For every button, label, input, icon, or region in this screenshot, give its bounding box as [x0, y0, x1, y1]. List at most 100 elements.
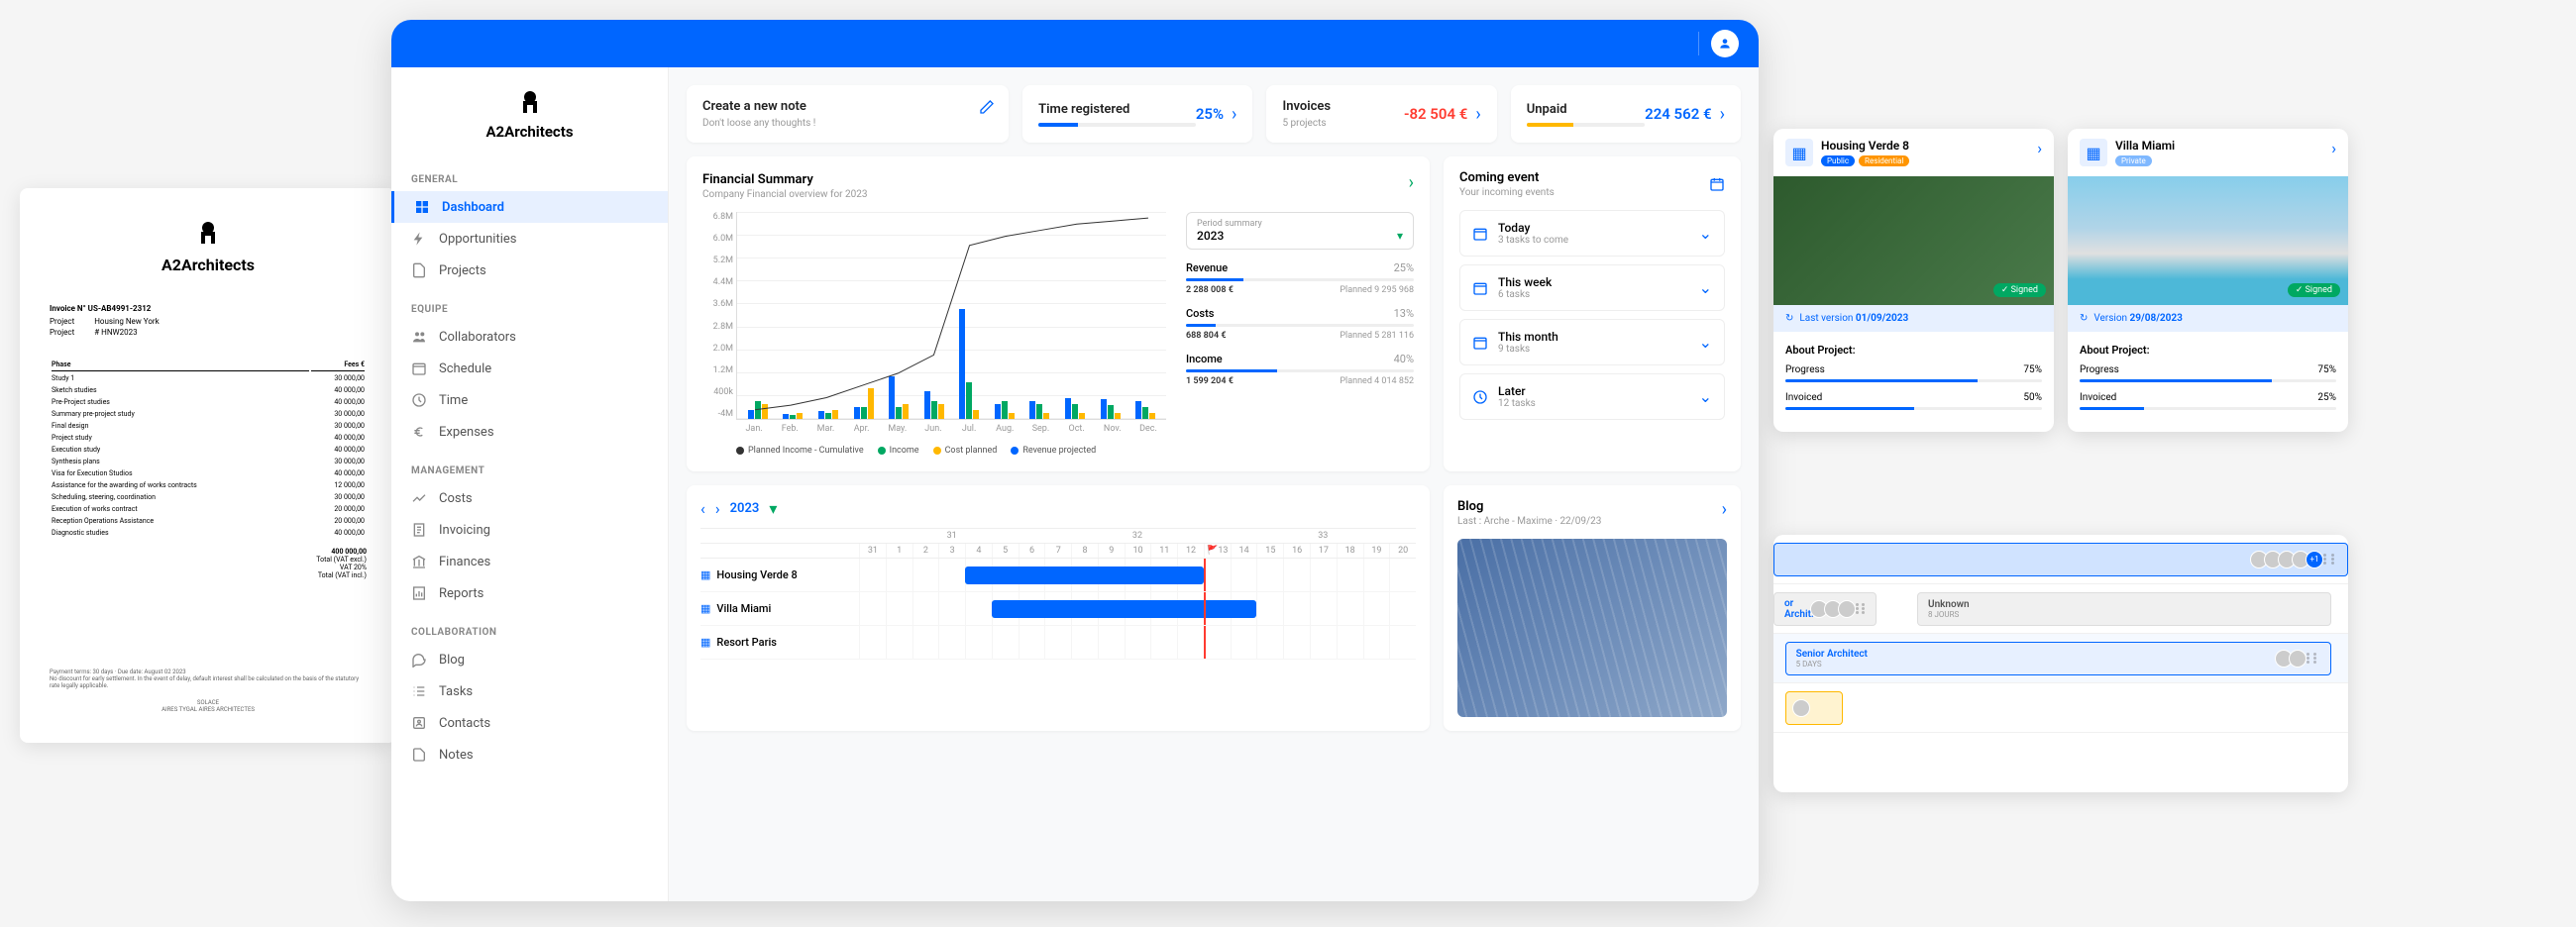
- sidebar-item-schedule[interactable]: Schedule: [391, 353, 668, 384]
- chevron-down-icon: ▾: [1397, 229, 1403, 243]
- chevron-right-icon: ›: [2037, 139, 2042, 157]
- sidebar-item-costs[interactable]: Costs: [391, 482, 668, 514]
- event-item[interactable]: Later12 tasks ⌄: [1459, 373, 1725, 420]
- project-image: ✓ Signed: [2068, 176, 2348, 305]
- topbar: [391, 20, 1759, 67]
- chevron-down-icon: ⌄: [1699, 387, 1712, 406]
- brand-name: A2Architects: [411, 123, 648, 141]
- invoice-total: 400 000,00 Total (VAT excl.) VAT 20% Tot…: [50, 548, 367, 579]
- gantt-next[interactable]: ›: [715, 499, 720, 518]
- sidebar-item-invoicing[interactable]: Invoicing: [391, 514, 668, 546]
- sidebar-item-contacts[interactable]: Contacts: [391, 707, 668, 739]
- contact-icon: [411, 715, 427, 731]
- financial-summary-card: Financial Summary Company Financial over…: [687, 156, 1430, 471]
- time-registered-card[interactable]: Time registered 25% ›: [1022, 85, 1252, 143]
- chevron-down-icon: ⌄: [1699, 224, 1712, 243]
- version-bar[interactable]: ↻ Version 29/08/2023: [2068, 305, 2348, 332]
- refresh-icon: ↻: [2080, 313, 2088, 324]
- gantt-card: ‹ › 2023 ▾ 31323331123456789101112🚩13141…: [687, 485, 1430, 731]
- sidebar-item-projects[interactable]: Projects: [391, 255, 668, 286]
- sidebar-item-expenses[interactable]: Expenses: [391, 416, 668, 448]
- calendar-icon: [1472, 335, 1488, 351]
- event-item[interactable]: This week6 tasks ⌄: [1459, 264, 1725, 311]
- building-icon: ▦: [700, 602, 710, 615]
- logo-icon: [193, 218, 223, 248]
- project-card[interactable]: ▦ Villa MiamiPrivate › ✓ Signed ↻ Versio…: [2068, 129, 2348, 432]
- drag-handle-icon[interactable]: [1856, 603, 1866, 614]
- euro-icon: [411, 424, 427, 440]
- doc-icon: [411, 262, 427, 278]
- sidebar-item-opportunities[interactable]: Opportunities: [391, 223, 668, 255]
- financial-chart: 6.8M6.0M5.2M4.4M3.6M2.8M2.0M1.2M400k-4M: [736, 212, 1166, 420]
- bank-icon: [411, 554, 427, 569]
- sidebar-item-time[interactable]: Time: [391, 384, 668, 416]
- invoice-table: PhaseFees € Study 130 000,00Sketch studi…: [50, 357, 367, 540]
- project-card[interactable]: ▦ Housing Verde 8PublicResidential › ✓ S…: [1773, 129, 2054, 432]
- sidebar-item-notes[interactable]: Notes: [391, 739, 668, 771]
- building-icon: ▦: [2080, 139, 2107, 166]
- chevron-right-icon: ›: [2331, 139, 2336, 157]
- sidebar-item-dashboard[interactable]: Dashboard: [391, 191, 668, 223]
- signed-badge: ✓ Signed: [2288, 283, 2340, 297]
- calendar-icon: [1472, 389, 1488, 405]
- brand-name: A2Architects: [50, 256, 367, 274]
- receipt-icon: [411, 522, 427, 538]
- dashboard-icon: [414, 199, 430, 215]
- version-bar[interactable]: ↻ Last version 01/09/2023: [1773, 305, 2054, 332]
- refresh-icon: ↻: [1785, 313, 1793, 324]
- invoices-card[interactable]: Invoices 5 projects -82 504 € ›: [1266, 85, 1496, 143]
- dashboard-app: A2Architects GENERALDashboardOpportuniti…: [391, 20, 1759, 901]
- blog-image: [1457, 539, 1727, 717]
- chevron-right-icon[interactable]: ›: [1409, 172, 1414, 193]
- blog-card[interactable]: Blog Last : Arche - Maxime · 22/09/23 ›: [1444, 485, 1741, 731]
- list-icon: [411, 683, 427, 699]
- logo-icon: [515, 87, 545, 117]
- unpaid-card[interactable]: Unpaid 224 562 € ›: [1511, 85, 1741, 143]
- chevron-right-icon: ›: [1720, 104, 1725, 125]
- drag-handle-icon[interactable]: [2323, 554, 2337, 565]
- calendar-icon[interactable]: [1709, 176, 1725, 192]
- building-icon: ▦: [700, 568, 710, 581]
- building-icon: ▦: [1785, 139, 1813, 166]
- sidebar: A2Architects GENERALDashboardOpportuniti…: [391, 67, 669, 901]
- sidebar-item-blog[interactable]: Blog: [391, 644, 668, 675]
- sidebar-item-reports[interactable]: Reports: [391, 577, 668, 609]
- calendar-icon: [1472, 226, 1488, 242]
- note-icon: [411, 747, 427, 763]
- chevron-right-icon: ›: [1475, 104, 1480, 125]
- drag-handle-icon[interactable]: [2307, 653, 2320, 664]
- invoice-number: Invoice N° US-AB4991-2312: [50, 304, 367, 313]
- gantt-project-row[interactable]: ▦Villa Miami: [700, 592, 1416, 626]
- chevron-right-icon: ›: [1722, 499, 1727, 520]
- chevron-right-icon: ›: [1232, 104, 1236, 125]
- edit-icon[interactable]: [979, 99, 995, 115]
- sidebar-item-finances[interactable]: Finances: [391, 546, 668, 577]
- user-avatar[interactable]: [1711, 30, 1739, 57]
- project-image: ✓ Signed: [1773, 176, 2054, 305]
- trend-icon: [411, 490, 427, 506]
- people-icon: [411, 329, 427, 345]
- gantt-project-row[interactable]: ▦Resort Paris: [700, 626, 1416, 660]
- calendar-icon: [1472, 280, 1488, 296]
- chevron-down-icon[interactable]: ▾: [769, 499, 777, 518]
- chevron-down-icon: ⌄: [1699, 333, 1712, 352]
- signed-badge: ✓ Signed: [1993, 283, 2046, 297]
- gantt-prev[interactable]: ‹: [700, 499, 705, 518]
- coming-events-card: Coming event Your incoming events Today3…: [1444, 156, 1741, 471]
- sidebar-item-collaborators[interactable]: Collaborators: [391, 321, 668, 353]
- main-content: Create a new note Don't loose any though…: [669, 67, 1759, 901]
- create-note-card[interactable]: Create a new note Don't loose any though…: [687, 85, 1009, 143]
- chevron-down-icon: ⌄: [1699, 278, 1712, 297]
- period-selector[interactable]: Period summary 2023▾: [1186, 212, 1414, 250]
- chat-icon: [411, 652, 427, 668]
- avatar-stack: +1: [2254, 551, 2323, 568]
- sidebar-item-tasks[interactable]: Tasks: [391, 675, 668, 707]
- bolt-icon: [411, 231, 427, 247]
- building-icon: ▦: [700, 636, 710, 649]
- report-icon: [411, 585, 427, 601]
- event-item[interactable]: Today3 tasks to come ⌄: [1459, 210, 1725, 257]
- event-item[interactable]: This month9 tasks ⌄: [1459, 319, 1725, 365]
- invoice-document: A2Architects Invoice N° US-AB4991-2312 P…: [20, 188, 396, 743]
- gantt-project-row[interactable]: ▦Housing Verde 8: [700, 559, 1416, 592]
- timeline-panel: +1 or Archit. Unknown8 JOURS Senior Arch…: [1773, 535, 2348, 792]
